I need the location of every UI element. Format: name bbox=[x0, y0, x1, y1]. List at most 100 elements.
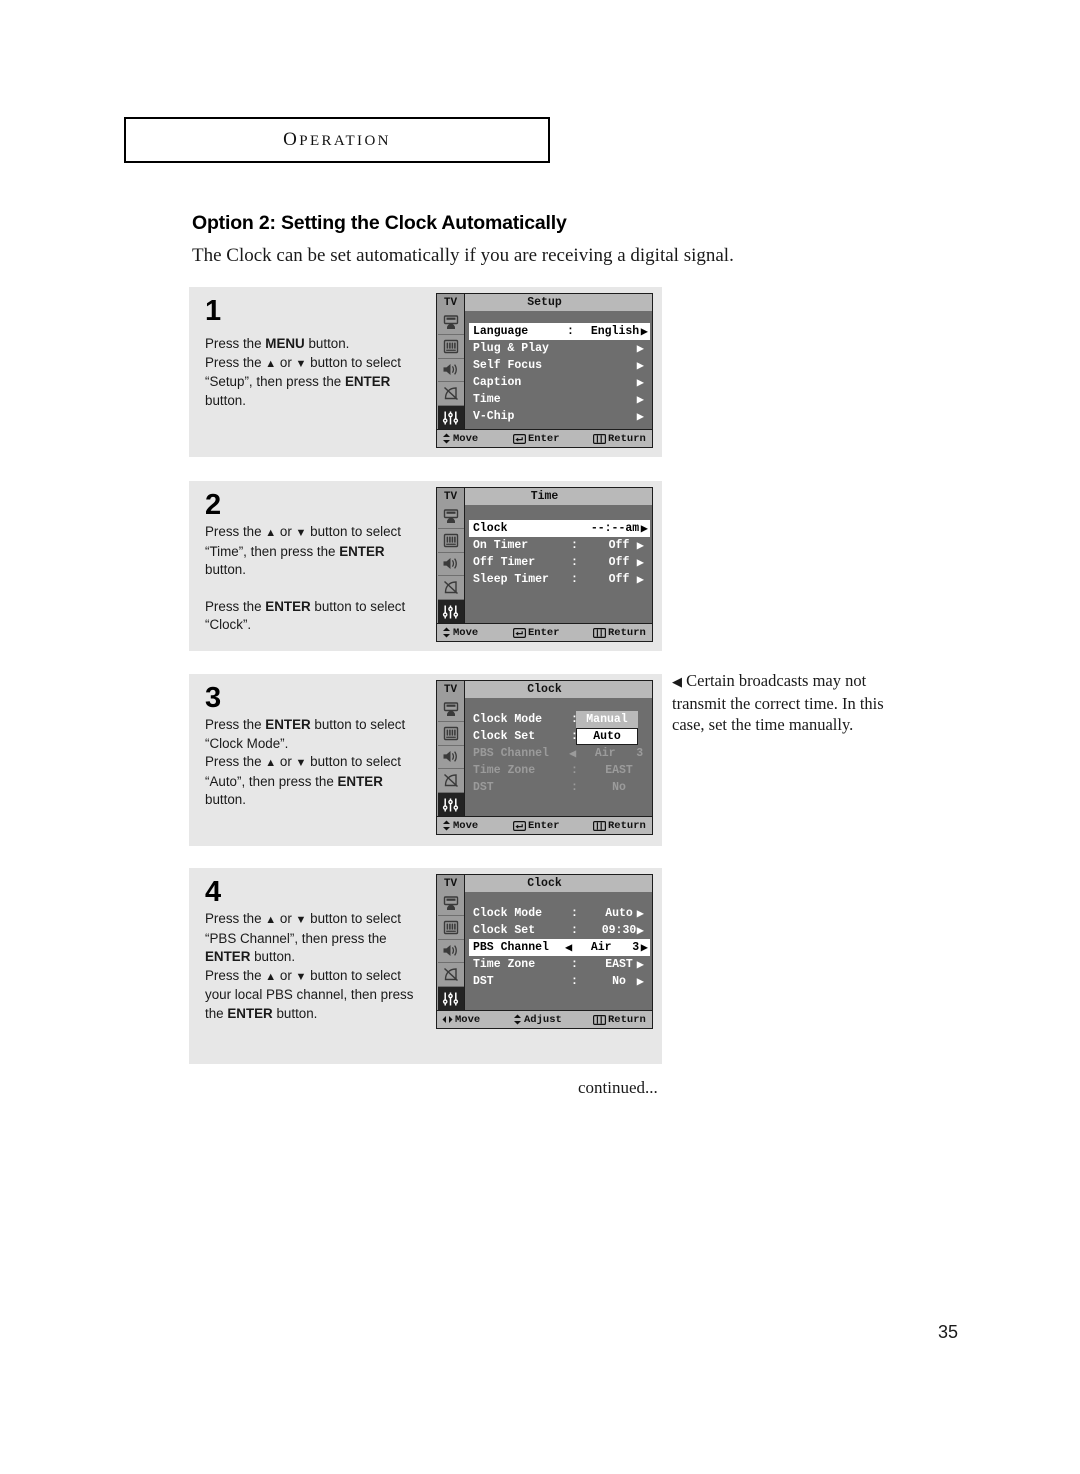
leftright-icon bbox=[442, 1015, 453, 1024]
tv-osd-clock-menu-manual: TV Clock Clock Mode: Clock Set: PBS Channe… bbox=[436, 680, 653, 835]
instruction-text: “Clock Mode”. bbox=[205, 735, 289, 751]
osd-menu-item[interactable]: Time Zone: EAST bbox=[473, 762, 646, 779]
osd-title-bar: TV Setup bbox=[437, 294, 652, 312]
osd-menu-title: Setup bbox=[527, 296, 562, 309]
tv-osd-clock-menu-auto: TV Clock Clock Mode: Auto ▶ Clock Set:09:30… bbox=[436, 874, 653, 1029]
instruction-line: button. bbox=[205, 561, 437, 580]
right-arrow-icon[interactable]: ▶ bbox=[637, 394, 644, 406]
osd-item-separator: : bbox=[571, 573, 578, 586]
left-arrow-icon[interactable]: ◀ bbox=[569, 748, 576, 760]
osd-footer-label: Return bbox=[608, 626, 646, 639]
satellite-dish-disabled-icon[interactable] bbox=[437, 963, 464, 988]
osd-menu-title: Clock bbox=[527, 683, 562, 696]
osd-menu-item[interactable]: PBS Channel ◀ Air 3 bbox=[473, 745, 646, 762]
setup-sliders-icon[interactable] bbox=[437, 406, 464, 430]
right-arrow-icon[interactable]: ▶ bbox=[637, 557, 644, 569]
satellite-dish-disabled-icon[interactable] bbox=[437, 769, 464, 794]
updown-icon bbox=[442, 627, 451, 638]
right-arrow-icon[interactable]: ▶ bbox=[637, 540, 644, 552]
satellite-dish-disabled-icon[interactable] bbox=[437, 382, 464, 407]
instruction-text: button to select bbox=[306, 911, 401, 926]
right-arrow-icon[interactable]: ▶ bbox=[637, 377, 644, 389]
osd-menu-item[interactable]: Clock --:--am ▶ bbox=[469, 520, 650, 537]
osd-footer-bar: Move Enter Return bbox=[437, 816, 652, 834]
speaker-icon[interactable] bbox=[437, 359, 464, 383]
osd-menu-item[interactable]: Language: English ▶ bbox=[469, 323, 650, 340]
instruction-text: “Time”, then press the bbox=[205, 543, 340, 559]
button-name: ENTER bbox=[205, 949, 251, 965]
setup-sliders-icon[interactable] bbox=[437, 793, 464, 817]
picture-icon[interactable] bbox=[437, 311, 464, 335]
right-arrow-icon[interactable]: ▶ bbox=[641, 523, 648, 535]
osd-menu-item[interactable]: Off Timer: Off ▶ bbox=[473, 554, 646, 571]
osd-menu-item[interactable]: DST: No ▶ bbox=[473, 973, 646, 990]
right-arrow-icon[interactable]: ▶ bbox=[637, 959, 644, 971]
osd-footer-label: Enter bbox=[528, 819, 560, 832]
osd-footer-bar: Move Enter Return bbox=[437, 623, 652, 641]
setup-sliders-icon[interactable] bbox=[437, 600, 464, 624]
osd-menu-item[interactable]: PBS Channel ◀ Air 3 ▶ bbox=[469, 939, 650, 956]
right-arrow-icon[interactable]: ▶ bbox=[637, 411, 644, 423]
osd-menu-item[interactable]: On Timer: Off ▶ bbox=[473, 537, 646, 554]
right-arrow-icon[interactable]: ▶ bbox=[637, 925, 644, 937]
osd-footer-return: Return bbox=[593, 820, 646, 832]
setup-sliders-icon[interactable] bbox=[437, 987, 464, 1011]
right-arrow-icon[interactable]: ▶ bbox=[641, 942, 648, 954]
osd-menu-item[interactable]: Clock Mode: Auto ▶ bbox=[473, 905, 646, 922]
osd-menu-item[interactable]: Time ▶ bbox=[473, 391, 646, 408]
right-arrow-icon[interactable]: ▶ bbox=[637, 343, 644, 355]
channel-bars-icon[interactable] bbox=[437, 529, 464, 553]
dropdown-option-manual[interactable]: Manual bbox=[576, 711, 638, 728]
satellite-dish-disabled-icon[interactable] bbox=[437, 576, 464, 601]
instruction-line: ENTER button. bbox=[205, 948, 437, 967]
right-arrow-icon[interactable]: ▶ bbox=[637, 360, 644, 372]
picture-icon[interactable] bbox=[437, 892, 464, 916]
osd-menu-item[interactable]: DST: No bbox=[473, 779, 646, 796]
osd-item-label: Clock Set bbox=[473, 730, 536, 743]
osd-item-value: --:--am bbox=[590, 522, 640, 535]
osd-item-label: Sleep Timer bbox=[473, 573, 549, 586]
osd-menu-item[interactable]: Plug & Play ▶ bbox=[473, 340, 646, 357]
step-number: 3 bbox=[205, 682, 222, 714]
up-arrow-icon: ▲ bbox=[265, 970, 277, 983]
osd-menu-item[interactable]: Clock Set:09:30 ▶ bbox=[473, 922, 646, 939]
osd-menu-item[interactable]: Self Focus ▶ bbox=[473, 357, 646, 374]
step-instructions: Press the ▲ or ▼ button to select “PBS Ch… bbox=[205, 910, 437, 1024]
left-arrow-icon[interactable]: ◀ bbox=[565, 942, 572, 954]
down-arrow-icon: ▼ bbox=[295, 527, 307, 539]
osd-item-label: Clock Mode bbox=[473, 713, 543, 726]
osd-menu-item[interactable]: Sleep Timer: Off ▶ bbox=[473, 571, 646, 588]
right-arrow-icon[interactable]: ▶ bbox=[641, 326, 648, 338]
osd-footer-move: Move bbox=[442, 820, 478, 832]
picture-icon[interactable] bbox=[437, 698, 464, 722]
osd-item-label: DST bbox=[473, 975, 494, 988]
right-arrow-icon[interactable]: ▶ bbox=[637, 908, 644, 920]
speaker-icon[interactable] bbox=[437, 746, 464, 770]
instruction-text: button. bbox=[250, 949, 296, 965]
right-arrow-icon[interactable]: ▶ bbox=[637, 574, 644, 586]
instruction-line: Press the ▲ or ▼ button to select bbox=[205, 523, 437, 543]
osd-menu-item[interactable]: V-Chip ▶ bbox=[473, 408, 646, 425]
osd-tv-label: TV bbox=[437, 294, 465, 311]
instruction-line: Press the ▲ or ▼ button to select bbox=[205, 354, 437, 374]
osd-menu-item[interactable]: Time Zone: EAST ▶ bbox=[473, 956, 646, 973]
osd-item-label: PBS Channel bbox=[473, 747, 549, 760]
picture-icon[interactable] bbox=[437, 505, 464, 529]
dropdown-option-auto[interactable]: Auto bbox=[576, 728, 638, 745]
osd-item-label: Clock Set bbox=[473, 924, 536, 937]
instruction-text: or bbox=[276, 911, 296, 926]
step-panel-4: 4 Press the ▲ or ▼ button to select “PBS … bbox=[189, 868, 662, 1064]
osd-footer-label: Return bbox=[608, 1013, 646, 1026]
osd-footer-move: Move bbox=[442, 627, 478, 639]
channel-bars-icon[interactable] bbox=[437, 335, 464, 359]
clock-mode-dropdown[interactable]: Manual Auto bbox=[576, 711, 638, 745]
osd-footer-label: Move bbox=[453, 432, 479, 445]
channel-bars-icon[interactable] bbox=[437, 722, 464, 746]
right-arrow-icon[interactable]: ▶ bbox=[637, 976, 644, 988]
osd-item-label: On Timer bbox=[473, 539, 529, 552]
speaker-icon[interactable] bbox=[437, 553, 464, 577]
channel-bars-icon[interactable] bbox=[437, 916, 464, 940]
osd-menu-item[interactable]: Caption ▶ bbox=[473, 374, 646, 391]
speaker-icon[interactable] bbox=[437, 940, 464, 964]
instruction-line: Press the ▲ or ▼ button to select bbox=[205, 967, 437, 987]
